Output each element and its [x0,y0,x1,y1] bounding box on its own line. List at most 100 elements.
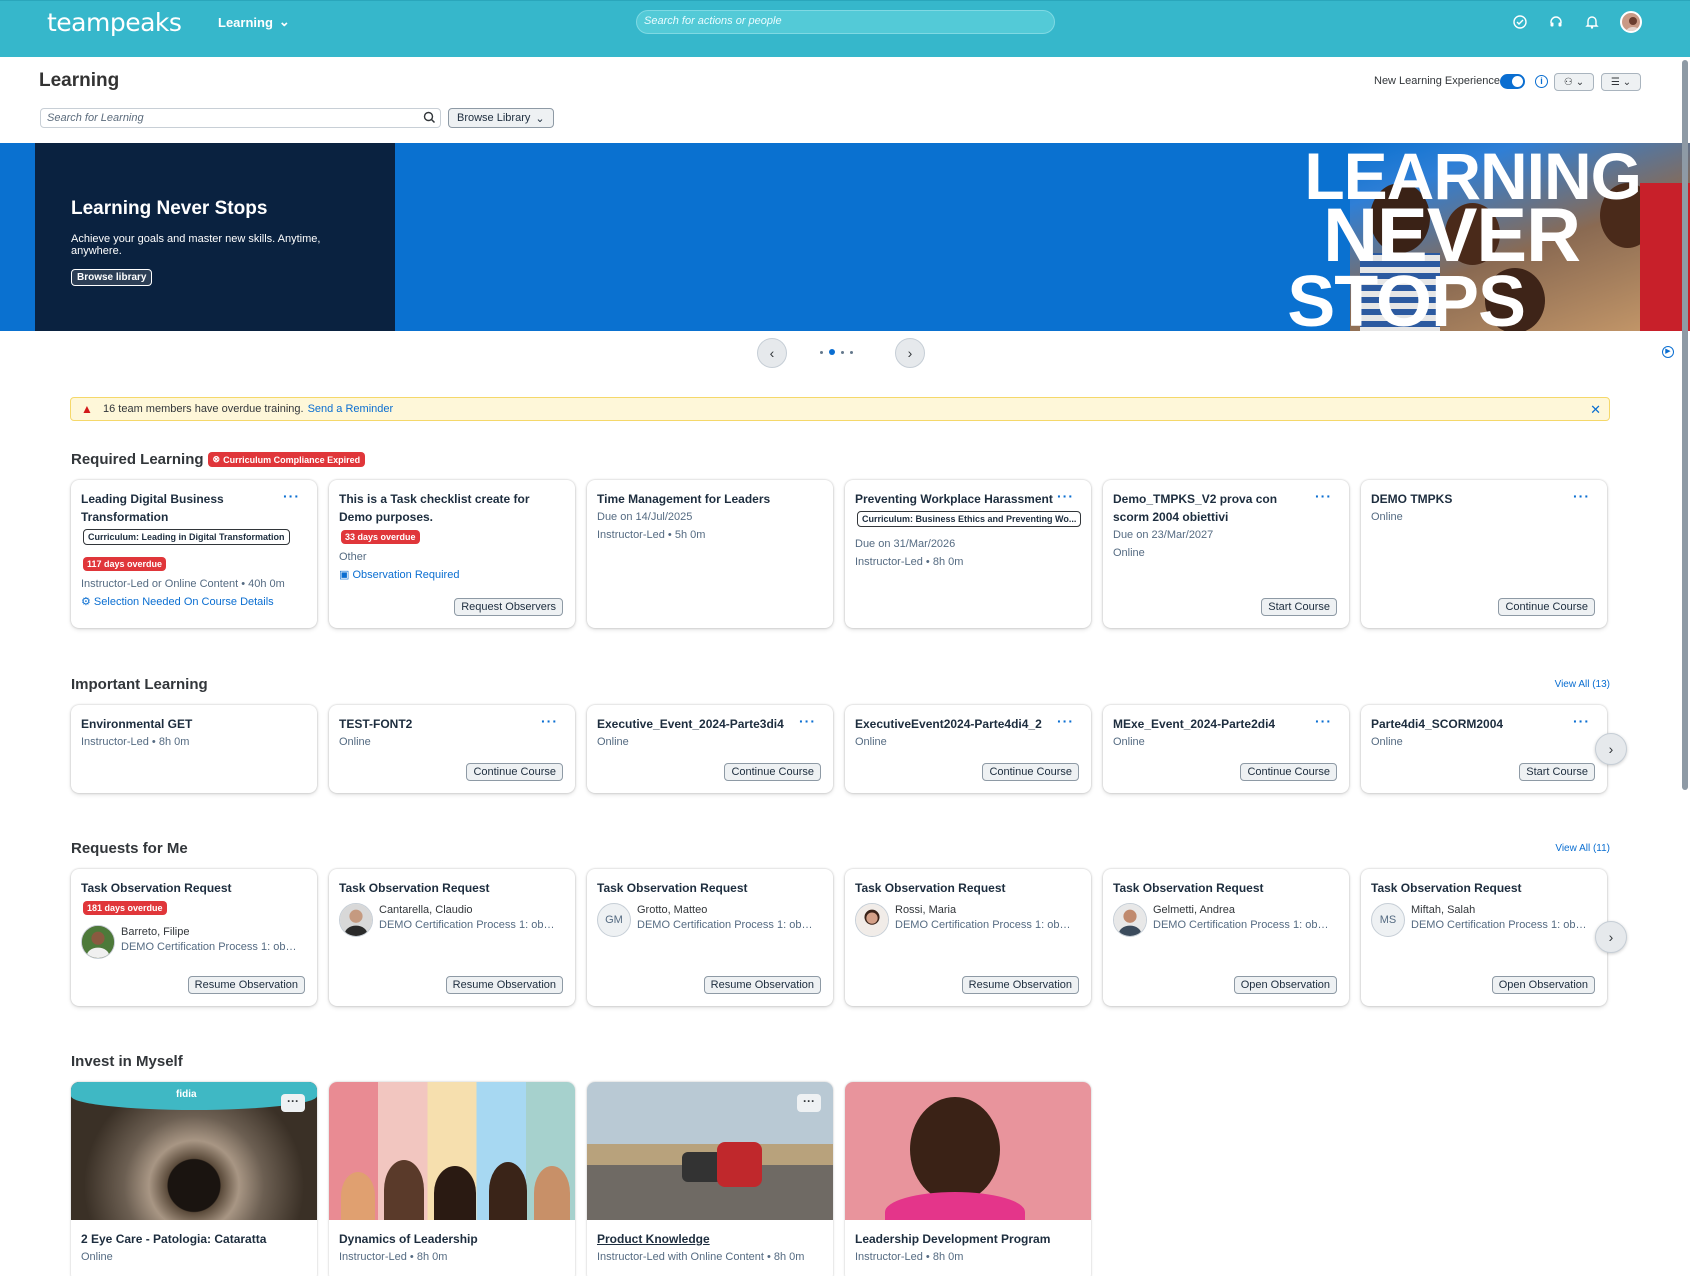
required-card[interactable]: Demo_TMPKS_V2 prova con scorm 2004 obiet… [1103,480,1349,628]
carousel-prev-button[interactable]: ‹ [757,338,787,368]
card-title[interactable]: Task Observation Request [1113,879,1339,897]
important-next-button[interactable]: › [1595,733,1627,765]
requests-next-button[interactable]: › [1595,921,1627,953]
request-card[interactable]: Task Observation Request 181 days overdu… [71,869,317,1006]
observation-required-link[interactable]: ▣ Observation Required [339,566,565,584]
card-title[interactable]: Parte4di4_SCORM2004 [1371,715,1597,733]
card-title[interactable]: TEST-FONT2 [339,715,565,733]
search-icon[interactable] [423,111,436,127]
play-icon[interactable]: ▶ [1662,346,1674,358]
app-menu-button[interactable]: Learning ⌄ [218,14,290,30]
send-reminder-link[interactable]: Send a Reminder [308,403,394,415]
required-card[interactable]: Preventing Workplace Harassment ··· Curr… [845,480,1091,628]
request-card[interactable]: Task Observation Request GM Grotto, Matt… [587,869,833,1006]
card-title[interactable]: Task Observation Request [81,879,307,897]
important-card[interactable]: Executive_Event_2024-Parte3di4 ··· Onlin… [587,705,833,793]
open-observation-button[interactable]: Open Observation [1491,976,1595,994]
card-title[interactable]: Time Management for Leaders [597,490,823,508]
important-card[interactable]: TEST-FONT2 ··· Online Continue Course [329,705,575,793]
more-options-icon[interactable]: ··· [1315,713,1332,729]
learning-search-input[interactable]: Search for Learning [40,108,441,128]
request-card[interactable]: Task Observation Request Cantarella, Cla… [329,869,575,1006]
notification-bell-icon[interactable] [1584,14,1600,30]
continue-course-button[interactable]: Continue Course [1240,763,1337,781]
continue-course-button[interactable]: Continue Course [982,763,1079,781]
user-avatar[interactable] [1620,11,1642,33]
more-options-icon[interactable]: ··· [281,1094,305,1112]
open-observation-button[interactable]: Open Observation [1233,976,1337,994]
card-title[interactable]: Product Knowledge [597,1230,823,1248]
continue-course-button[interactable]: Continue Course [1498,598,1595,616]
card-title[interactable]: Leadership Development Program [855,1230,1081,1248]
user-settings-menu-button[interactable]: ⚇ ⌄ [1554,73,1594,91]
info-icon[interactable]: i [1535,75,1548,88]
required-card[interactable]: This is a Task checklist create for Demo… [329,480,575,628]
card-title[interactable]: This is a Task checklist create for Demo… [339,490,565,526]
important-view-all-link[interactable]: View All (13) [1555,679,1610,690]
invest-card[interactable]: ··· Product Knowledge Instructor-Led wit… [587,1082,833,1276]
request-card[interactable]: Task Observation Request MS Miftah, Sala… [1361,869,1607,1006]
start-course-button[interactable]: Start Course [1519,763,1595,781]
required-card[interactable]: DEMO TMPKS ··· Online Continue Course [1361,480,1607,628]
card-title[interactable]: Leading Digital Business Transformation [81,490,307,526]
more-options-icon[interactable]: ··· [1573,488,1590,504]
selection-needed-link[interactable]: ⚙ Selection Needed On Course Details [81,593,307,611]
request-observers-button[interactable]: Request Observers [454,598,563,616]
important-card[interactable]: Environmental GET Instructor-Led • 8h 0m [71,705,317,793]
carousel-next-button[interactable]: › [895,338,925,368]
card-title[interactable]: Task Observation Request [1371,879,1597,897]
more-options-icon[interactable]: ··· [283,488,300,504]
required-card[interactable]: Time Management for Leaders Due on 14/Ju… [587,480,833,628]
carousel-dot[interactable] [820,350,823,354]
close-icon[interactable]: ✕ [1590,402,1601,418]
resume-observation-button[interactable]: Resume Observation [961,976,1079,994]
more-options-icon[interactable]: ··· [1573,713,1590,729]
request-card[interactable]: Task Observation Request Rossi, Maria DEM… [845,869,1091,1006]
card-title[interactable]: Task Observation Request [855,879,1081,897]
company-logo[interactable]: teampeaks [47,8,182,37]
card-title[interactable]: MExe_Event_2024-Parte2di4 [1113,715,1339,733]
carousel-dot[interactable] [850,350,853,354]
card-title[interactable]: Task Observation Request [597,879,823,897]
card-title[interactable]: Executive_Event_2024-Parte3di4 [597,715,823,733]
carousel-dot-active[interactable] [829,349,835,355]
todo-check-icon[interactable] [1512,14,1528,30]
more-options-icon[interactable]: ··· [1315,488,1332,504]
invest-card[interactable]: Dynamics of Leadership Instructor-Led • … [329,1082,575,1276]
global-search-input[interactable]: Search for actions or people [636,10,1055,34]
more-options-icon[interactable]: ··· [541,713,558,729]
required-card[interactable]: Leading Digital Business Transformation … [71,480,317,628]
resume-observation-button[interactable]: Resume Observation [187,976,305,994]
browse-library-button[interactable]: Browse Library ⌄ [448,108,554,128]
continue-course-button[interactable]: Continue Course [466,763,563,781]
resume-observation-button[interactable]: Resume Observation [703,976,821,994]
more-options-icon[interactable]: ··· [1057,488,1074,504]
card-title[interactable]: Task Observation Request [339,879,565,897]
more-options-icon[interactable]: ··· [1057,713,1074,729]
card-title[interactable]: Dynamics of Leadership [339,1230,565,1248]
headset-icon[interactable] [1548,14,1564,30]
page-scrollbar[interactable] [1682,60,1688,790]
important-card[interactable]: Parte4di4_SCORM2004 ··· Online Start Cou… [1361,705,1607,793]
card-title[interactable]: Preventing Workplace Harassment [855,490,1081,508]
request-card[interactable]: Task Observation Request Gelmetti, Andre… [1103,869,1349,1006]
resume-observation-button[interactable]: Resume Observation [445,976,563,994]
list-view-menu-button[interactable]: ☰ ⌄ [1601,73,1641,91]
banner-browse-library-button[interactable]: Browse library [71,269,153,286]
carousel-dot[interactable] [841,350,844,354]
card-title[interactable]: Environmental GET [81,715,307,733]
more-options-icon[interactable]: ··· [799,713,816,729]
card-title[interactable]: 2 Eye Care - Patologia: Cataratta [81,1230,307,1248]
card-title[interactable]: ExecutiveEvent2024-Parte4di4_2 [855,715,1081,733]
important-card[interactable]: ExecutiveEvent2024-Parte4di4_2 ··· Onlin… [845,705,1091,793]
new-learning-experience-toggle[interactable] [1500,74,1525,89]
invest-card[interactable]: fidia ··· 2 Eye Care - Patologia: Catara… [71,1082,317,1276]
important-card[interactable]: MExe_Event_2024-Parte2di4 ··· Online Con… [1103,705,1349,793]
requests-view-all-link[interactable]: View All (11) [1555,843,1610,854]
card-title[interactable]: Demo_TMPKS_V2 prova con scorm 2004 obiet… [1113,490,1339,526]
continue-course-button[interactable]: Continue Course [724,763,821,781]
card-title[interactable]: DEMO TMPKS [1371,490,1597,508]
invest-card[interactable]: Leadership Development Program Instructo… [845,1082,1091,1276]
more-options-icon[interactable]: ··· [797,1094,821,1112]
start-course-button[interactable]: Start Course [1261,598,1337,616]
